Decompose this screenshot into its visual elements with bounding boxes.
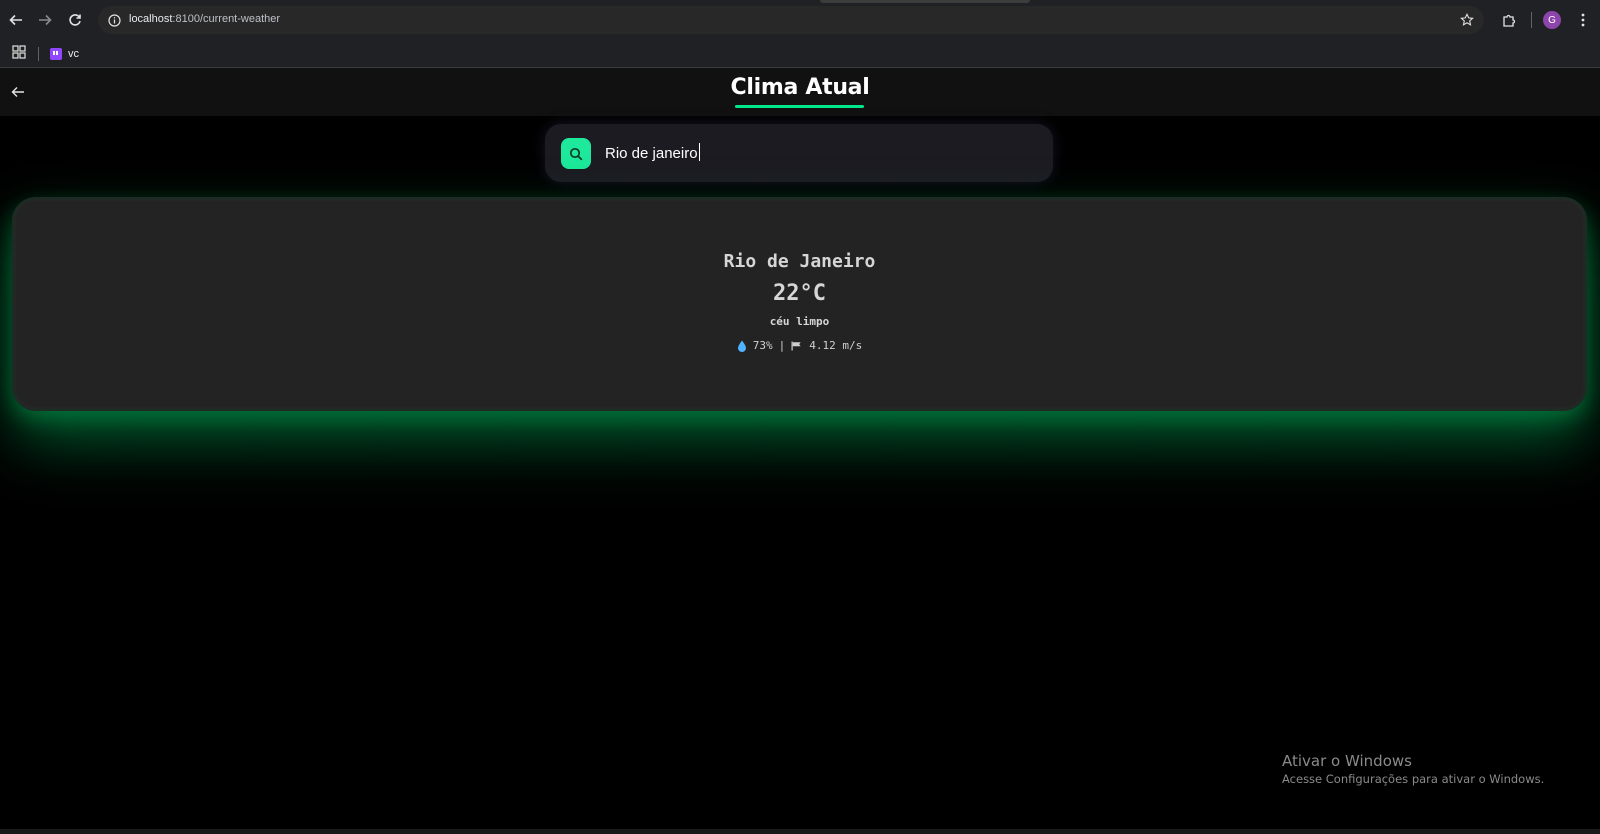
- browser-forward-button[interactable]: [34, 9, 56, 31]
- reload-icon: [69, 14, 81, 26]
- browser-menu-button[interactable]: [1572, 9, 1594, 31]
- windows-activation-watermark: Ativar o Windows Acesse Configurações pa…: [1282, 752, 1544, 786]
- browser-reload-button[interactable]: [64, 9, 86, 31]
- arrow-left-icon: [9, 14, 22, 26]
- page-title: Clima Atual: [730, 75, 870, 100]
- humidity-value: 73%: [752, 339, 773, 352]
- profile-avatar[interactable]: G: [1543, 11, 1561, 29]
- weather-description: céu limpo: [769, 315, 830, 328]
- wind-flag-icon: [791, 341, 801, 350]
- address-bar[interactable]: localhost:8100/current-weather: [98, 6, 1484, 34]
- city-search-bar: [545, 124, 1053, 182]
- wind-value: 4.12 m/s: [809, 339, 863, 352]
- bookmark-star-icon[interactable]: [1458, 11, 1476, 29]
- site-info-icon[interactable]: [105, 11, 123, 29]
- bookmark-vc[interactable]: vc: [50, 44, 79, 64]
- bookmarks-bar: vc: [0, 40, 1600, 68]
- browser-back-button[interactable]: [5, 9, 27, 31]
- bookmark-label: vc: [68, 48, 79, 60]
- water-drop-icon: [737, 340, 746, 352]
- search-button[interactable]: [561, 138, 591, 169]
- active-tab-indicator: [820, 0, 1030, 3]
- app-header: Clima Atual: [0, 68, 1600, 116]
- stats-separator: |: [778, 339, 786, 352]
- watermark-title: Ativar o Windows: [1282, 752, 1412, 770]
- twitch-icon: [50, 48, 62, 60]
- url-path: :8100/current-weather: [172, 13, 281, 25]
- url-host: localhost: [129, 13, 173, 25]
- window-bottom-edge: [0, 829, 1600, 834]
- bookmarks-separator: [38, 47, 39, 61]
- weather-card: Rio de Janeiro 22°C céu limpo 73% | 4.12…: [12, 197, 1587, 411]
- text-caret: [699, 143, 700, 161]
- arrow-right-icon: [39, 14, 52, 26]
- address-url: localhost:8100/current-weather: [129, 13, 280, 25]
- toolbar-separator: [1531, 12, 1532, 28]
- weather-stats: 73% | 4.12 m/s: [15, 339, 1584, 352]
- puzzle-icon: [1502, 14, 1515, 27]
- extensions-button[interactable]: [1498, 9, 1520, 31]
- temperature: 22°C: [773, 281, 826, 306]
- apps-grid-icon[interactable]: [12, 45, 26, 59]
- kebab-menu-icon: [1581, 13, 1585, 27]
- browser-toolbar: localhost:8100/current-weather G: [0, 0, 1600, 40]
- watermark-subtitle: Acesse Configurações para ativar o Windo…: [1282, 772, 1545, 786]
- title-underline: [735, 105, 864, 108]
- city-name: Rio de Janeiro: [723, 251, 876, 272]
- search-icon: [569, 147, 583, 160]
- city-search-input[interactable]: [605, 141, 1025, 165]
